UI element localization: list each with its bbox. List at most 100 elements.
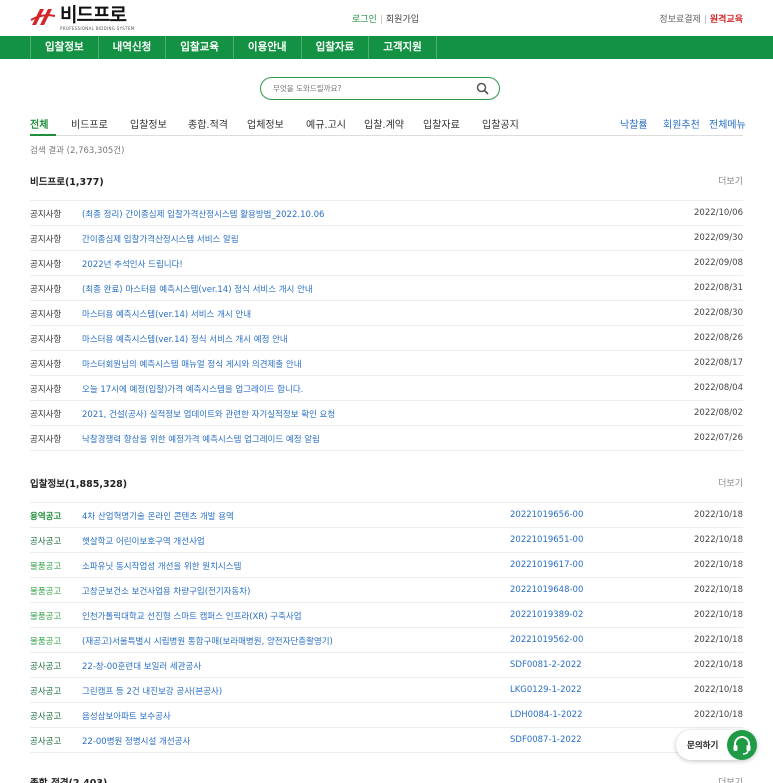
row-date: 2022/10/18 bbox=[694, 560, 743, 570]
list-row[interactable]: 공지사항 (최종 완료) 마스터용 예측시스템(ver.14) 정식 서비스 개시… bbox=[30, 276, 743, 301]
top-bar: 비드프로 PROFESSIONAL BIDDING SYSTEM 로그인 | 회원가… bbox=[0, 0, 773, 36]
nav-item-guide[interactable]: 이용안내 bbox=[234, 36, 302, 59]
row-date: 2022/08/02 bbox=[694, 408, 743, 418]
list-row[interactable]: 물품공고 인천가톨릭대학교 선진형 스마트 캠퍼스 인프라(XR) 구축사업 202… bbox=[30, 603, 743, 628]
row-title-link[interactable]: 간이종심제 입찰가격산정시스템 서비스 알림 bbox=[82, 233, 239, 245]
row-bid-number[interactable]: 20221019617-00 bbox=[510, 560, 583, 570]
tab-company[interactable]: 업체정보 bbox=[247, 116, 284, 131]
tab-all-menu[interactable]: 전체메뉴 bbox=[709, 116, 746, 131]
row-title-link[interactable]: (최종 완료) 마스터용 예측시스템(ver.14) 정식 서비스 개시 안내 bbox=[82, 283, 313, 295]
active-tab-indicator bbox=[30, 134, 56, 136]
row-date: 2022/08/31 bbox=[694, 283, 743, 293]
tab-award-rate[interactable]: 낙찰률 bbox=[620, 116, 648, 131]
list-row[interactable]: 공지사항 오늘 17시에 예정(입찰)가격 예측시스템을 업그레이드 합니다. 20… bbox=[30, 376, 743, 401]
remote-edu-link[interactable]: 원격교육 bbox=[710, 15, 743, 25]
row-bid-number[interactable]: 20221019389-02 bbox=[510, 610, 583, 620]
list-row[interactable]: 공사공고 음성삼보아파트 보수공사 LDH0084-1-2022 2022/10/18 bbox=[30, 703, 743, 728]
section-bidpro: 비드프로(1,377) 더보기 공지사항 (최종 정리) 간이종심제 입찰가격산정… bbox=[30, 174, 743, 451]
list-row[interactable]: 공사공고 그린캠프 등 2건 내진보강 공사(본공사) LKG0129-1-2022… bbox=[30, 678, 743, 703]
row-title-link[interactable]: 2021, 건설(공사) 실적정보 업데이트와 관련한 자기실적정보 확인 요청 bbox=[82, 408, 335, 420]
tab-contract[interactable]: 입찰.계약 bbox=[364, 116, 404, 131]
row-bid-number[interactable]: 20221019648-00 bbox=[510, 585, 583, 595]
row-title-link[interactable]: 음성삼보아파트 보수공사 bbox=[82, 710, 171, 722]
row-title-link[interactable]: 22-00병원 정병시설 개선공사 bbox=[82, 735, 190, 747]
list-row[interactable]: 물품공고 고창군보건소 보건사업용 차량구입(전기자동차) 20221019648-… bbox=[30, 578, 743, 603]
row-date: 2022/08/26 bbox=[694, 333, 743, 343]
logo[interactable]: 비드프로 PROFESSIONAL BIDDING SYSTEM bbox=[30, 5, 134, 31]
list-row[interactable]: 공지사항 낙찰경쟁력 향상을 위한 예정가격 예측시스템 업그레이드 예정 알림 2… bbox=[30, 426, 743, 451]
list-row[interactable]: 공지사항 (최종 정리) 간이종심제 입찰가격산정시스템 활용방법_2022.10… bbox=[30, 201, 743, 226]
row-category: 공지사항 bbox=[30, 235, 62, 245]
more-link[interactable]: 더보기 bbox=[718, 775, 743, 783]
tab-bid-info[interactable]: 입찰정보 bbox=[130, 116, 167, 131]
row-bid-number[interactable]: LKG0129-1-2022 bbox=[510, 685, 582, 695]
more-link[interactable]: 더보기 bbox=[718, 476, 743, 489]
tab-bid-notice[interactable]: 입찰공지 bbox=[482, 116, 519, 131]
row-category: 공사공고 bbox=[30, 662, 62, 672]
list-row[interactable]: 공사공고 22-창-00훈련대 보일러 세관공사 SDF0081-2-2022 202… bbox=[30, 653, 743, 678]
nav-item-education[interactable]: 입찰교육 bbox=[166, 36, 234, 59]
list-row[interactable]: 공지사항 2021, 건설(공사) 실적정보 업데이트와 관련한 자기실적정보 확… bbox=[30, 401, 743, 426]
row-title-link[interactable]: 2022년 추석인사 드립니다! bbox=[82, 258, 183, 270]
list-row[interactable]: 공지사항 마스터용 예측시스템(ver.14) 정식 서비스 개시 예정 안내 20… bbox=[30, 326, 743, 351]
row-title-link[interactable]: 고창군보건소 보건사업용 차량구입(전기자동차) bbox=[82, 585, 250, 597]
row-category: 공지사항 bbox=[30, 310, 62, 320]
row-title-link[interactable]: 소파유닛 동시작업성 개선을 위한 원치시스템 bbox=[82, 560, 241, 572]
list-row[interactable]: 공사공고 햇살학교 어린이보호구역 개선사업 20221019651-00 2022/… bbox=[30, 528, 743, 553]
row-category: 공사공고 bbox=[30, 737, 62, 747]
tab-bidpro[interactable]: 비드프로 bbox=[71, 116, 108, 131]
row-bid-number[interactable]: LDH0084-1-2022 bbox=[510, 710, 582, 720]
login-link[interactable]: 로그인 bbox=[352, 15, 377, 25]
row-title-link[interactable]: (재공고)서울특별시 시립병원 통합구매(보라매병원, 양전자단층촬영기) bbox=[82, 635, 333, 647]
row-title-link[interactable]: 오늘 17시에 예정(입찰)가격 예측시스템을 업그레이드 합니다. bbox=[82, 383, 303, 395]
row-date: 2022/10/18 bbox=[694, 660, 743, 670]
search-input[interactable] bbox=[261, 84, 471, 93]
list-row[interactable]: 공사공고22-00병원 정병시설 개선공사SDF0087-1-20222022/… bbox=[30, 728, 743, 753]
more-link[interactable]: 더보기 bbox=[718, 174, 743, 187]
tab-materials[interactable]: 입찰자료 bbox=[423, 116, 460, 131]
row-bid-number[interactable]: SDF0081-2-2022 bbox=[510, 660, 582, 670]
nav-item-support[interactable]: 고객지원 bbox=[369, 36, 437, 59]
list-row[interactable]: 물품공고 소파유닛 동시작업성 개선을 위한 원치시스템 20221019617-0… bbox=[30, 553, 743, 578]
row-category: 공사공고 bbox=[30, 687, 62, 697]
bid-list: 용역공고 4차 산업혁명기술 온라인 콘텐츠 개발 용역 20221019656-0… bbox=[30, 502, 743, 753]
row-title-link[interactable]: 햇살학교 어린이보호구역 개선사업 bbox=[82, 535, 205, 547]
row-bid-number[interactable]: 20221019651-00 bbox=[510, 535, 583, 545]
search-icon[interactable] bbox=[476, 82, 489, 95]
section-title: 비드프로(1,377) bbox=[30, 177, 104, 188]
row-date: 2022/07/26 bbox=[694, 433, 743, 443]
row-title-link[interactable]: 낙찰경쟁력 향상을 위한 예정가격 예측시스템 업그레이드 예정 알림 bbox=[82, 433, 320, 445]
result-count: 검색 결과 (2,763,305건) bbox=[30, 146, 125, 156]
paid-info-link[interactable]: 정보료결제 bbox=[659, 15, 700, 25]
tab-qualification[interactable]: 종합.적격 bbox=[188, 116, 228, 131]
row-title-link[interactable]: 마스터용 예측시스템(ver.14) 서비스 개시 안내 bbox=[82, 308, 251, 320]
row-bid-number[interactable]: 20221019562-00 bbox=[510, 635, 583, 645]
list-row[interactable]: 물품공고 (재공고)서울특별시 시립병원 통합구매(보라매병원, 양전자단층촬영기… bbox=[30, 628, 743, 653]
tab-regulation[interactable]: 예규.고시 bbox=[306, 116, 346, 131]
row-bid-number[interactable]: 20221019656-00 bbox=[510, 510, 583, 520]
row-title-link[interactable]: 4차 산업혁명기술 온라인 콘텐츠 개발 용역 bbox=[82, 510, 234, 522]
row-title-link[interactable]: 인천가톨릭대학교 선진형 스마트 캠퍼스 인프라(XR) 구축사업 bbox=[82, 610, 302, 622]
row-title-link[interactable]: (최종 정리) 간이종심제 입찰가격산정시스템 활용방법_2022.10.06 bbox=[82, 208, 324, 220]
list-row[interactable]: 공지사항 마스터용 예측시스템(ver.14) 서비스 개시 안내 2022/08/… bbox=[30, 301, 743, 326]
main-nav: 입찰정보 내역신청 입찰교육 이용안내 입찰자료 고객지원 bbox=[0, 36, 773, 59]
tab-all[interactable]: 전체 bbox=[30, 116, 48, 131]
row-title-link[interactable]: 그린캠프 등 2건 내진보강 공사(본공사) bbox=[82, 685, 222, 697]
nav-item-bid-info[interactable]: 입찰정보 bbox=[30, 36, 99, 59]
list-row[interactable]: 공지사항 간이종심제 입찰가격산정시스템 서비스 알림 2022/09/30 bbox=[30, 226, 743, 251]
signup-link[interactable]: 회원가입 bbox=[386, 15, 419, 25]
list-row[interactable]: 공지사항 마스터회원님의 예측시스템 매뉴얼 정식 게시와 의견제출 안내 2022… bbox=[30, 351, 743, 376]
nav-item-materials[interactable]: 입찰자료 bbox=[302, 36, 370, 59]
list-row[interactable]: 공지사항 2022년 추석인사 드립니다! 2022/09/08 bbox=[30, 251, 743, 276]
row-bid-number[interactable]: SDF0087-1-2022 bbox=[510, 735, 582, 745]
list-row[interactable]: 용역공고 4차 산업혁명기술 온라인 콘텐츠 개발 용역 20221019656-0… bbox=[30, 503, 743, 528]
nav-item-request[interactable]: 내역신청 bbox=[99, 36, 167, 59]
row-title-link[interactable]: 마스터용 예측시스템(ver.14) 정식 서비스 개시 예정 안내 bbox=[82, 333, 288, 345]
row-date: 2022/10/18 bbox=[694, 685, 743, 695]
row-title-link[interactable]: 마스터회원님의 예측시스템 매뉴얼 정식 게시와 의견제출 안내 bbox=[82, 358, 302, 370]
row-date: 2022/10/18 bbox=[694, 710, 743, 720]
row-title-link[interactable]: 22-창-00훈련대 보일러 세관공사 bbox=[82, 660, 201, 672]
inquiry-button[interactable]: 문의하기 bbox=[676, 730, 757, 760]
row-category: 공지사항 bbox=[30, 335, 62, 345]
tab-member-recommend[interactable]: 회원추천 bbox=[663, 116, 700, 131]
